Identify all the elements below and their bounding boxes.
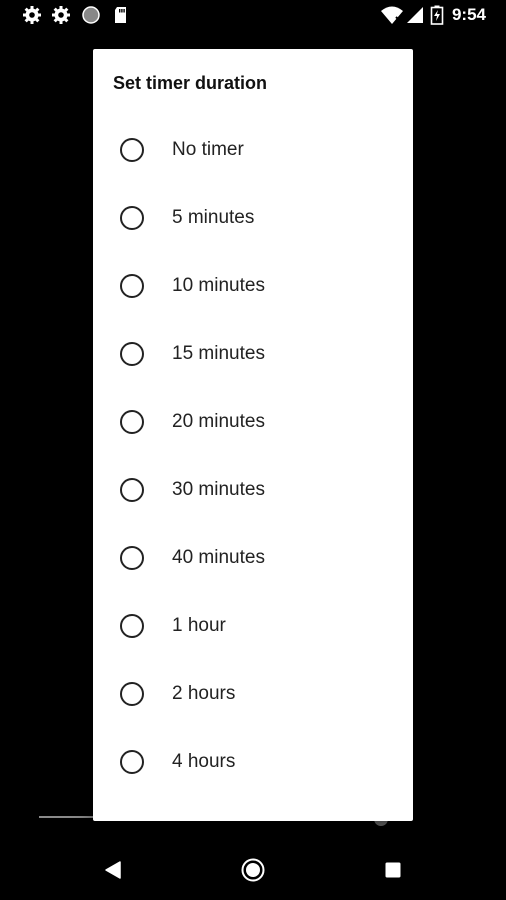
option-label: 20 minutes	[172, 411, 265, 432]
option-label: 40 minutes	[172, 547, 265, 568]
radio-button[interactable]	[120, 206, 144, 230]
settings-icon	[22, 5, 42, 25]
home-button[interactable]	[223, 840, 283, 900]
option-label: No timer	[172, 139, 244, 160]
radio-button[interactable]	[120, 274, 144, 298]
option-15-minutes[interactable]: 15 minutes	[93, 320, 413, 388]
timer-options-list: No timer 5 minutes 10 minutes 15 minutes…	[93, 116, 413, 796]
option-2-hours[interactable]: 2 hours	[93, 660, 413, 728]
option-1-hour[interactable]: 1 hour	[93, 592, 413, 660]
screen: 9:54 Set timer duration No timer 5 minut…	[0, 0, 506, 900]
option-20-minutes[interactable]: 20 minutes	[93, 388, 413, 456]
radio-button[interactable]	[120, 478, 144, 502]
radio-button[interactable]	[120, 546, 144, 570]
option-40-minutes[interactable]: 40 minutes	[93, 524, 413, 592]
battery-charging-icon	[430, 5, 444, 25]
option-no-timer[interactable]: No timer	[93, 116, 413, 184]
wifi-icon	[380, 5, 404, 25]
dialog-title: Set timer duration	[113, 73, 268, 93]
sd-card-icon	[111, 5, 131, 25]
back-button[interactable]	[83, 840, 143, 900]
option-30-minutes[interactable]: 30 minutes	[93, 456, 413, 524]
option-4-hours[interactable]: 4 hours	[93, 728, 413, 796]
home-icon	[241, 858, 265, 882]
radio-button[interactable]	[120, 410, 144, 434]
back-icon	[105, 861, 121, 879]
option-label: 4 hours	[172, 751, 236, 772]
option-label: 10 minutes	[172, 275, 265, 296]
navigation-bar	[0, 840, 506, 900]
radio-button[interactable]	[120, 682, 144, 706]
radio-button[interactable]	[120, 342, 144, 366]
recents-icon	[385, 862, 401, 878]
timer-duration-dialog: Set timer duration No timer 5 minutes 10…	[93, 49, 413, 821]
option-label: 15 minutes	[172, 343, 265, 364]
radio-button[interactable]	[120, 138, 144, 162]
option-label: 1 hour	[172, 615, 226, 636]
radio-button[interactable]	[120, 614, 144, 638]
signal-icon	[405, 5, 425, 25]
option-label: 2 hours	[172, 683, 236, 704]
recents-button[interactable]	[363, 840, 423, 900]
background-slider-track	[39, 816, 99, 818]
option-10-minutes[interactable]: 10 minutes	[93, 252, 413, 320]
option-label: 5 minutes	[172, 207, 255, 228]
radio-button[interactable]	[120, 750, 144, 774]
circle-icon	[81, 5, 101, 25]
status-time: 9:54	[451, 5, 486, 24]
option-label: 30 minutes	[172, 479, 265, 500]
status-bar: 9:54	[0, 0, 506, 30]
option-5-minutes[interactable]: 5 minutes	[93, 184, 413, 252]
settings-icon	[51, 5, 71, 25]
